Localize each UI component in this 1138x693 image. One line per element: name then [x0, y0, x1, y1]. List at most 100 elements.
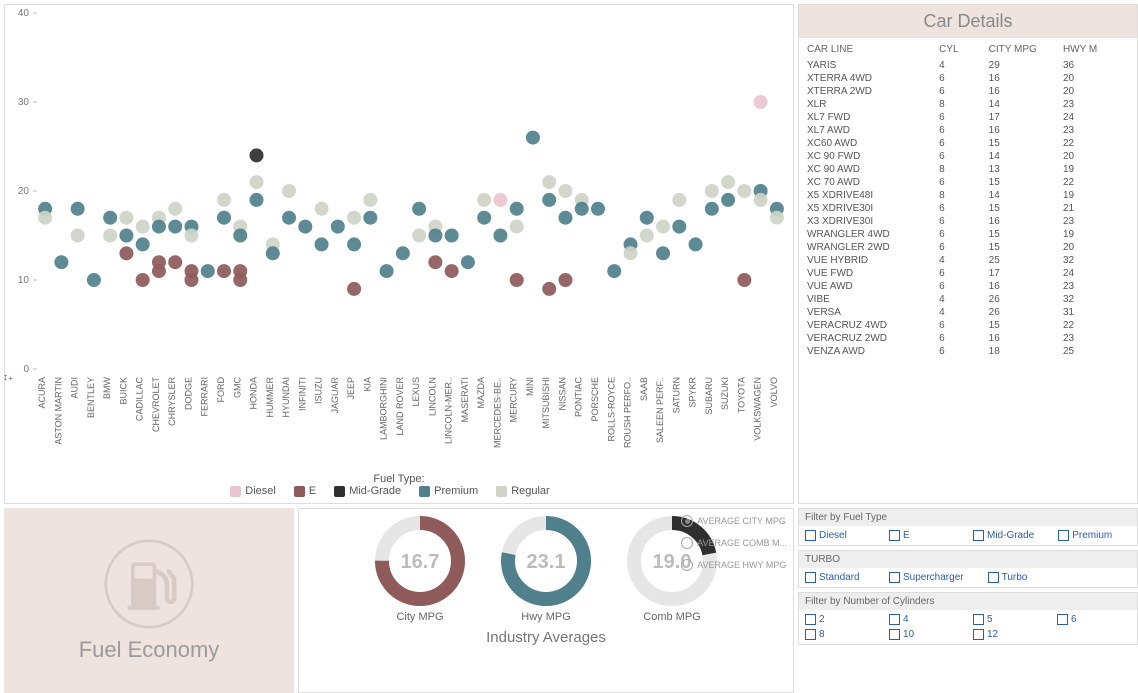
table-row[interactable]: X3 XDRIVE30I61623	[799, 215, 1137, 228]
col-city[interactable]: CITY MPG	[989, 44, 1063, 55]
svg-text:GMC: GMC	[232, 377, 242, 398]
svg-text:20: 20	[18, 186, 30, 197]
col-carline[interactable]: CAR LINE	[807, 44, 939, 55]
radio-average-city-mpg[interactable]: AVERAGE CITY MPG	[681, 515, 787, 527]
svg-text:VOLVO: VOLVO	[769, 377, 779, 407]
fuel-economy-card: Fuel Economy	[4, 508, 294, 693]
svg-text:DODGE: DODGE	[183, 377, 193, 410]
filters-panel: Filter by Fuel Type Diesel E Mid-Grade Prem…	[798, 508, 1138, 693]
chk-fuel-mid-grade[interactable]: Mid-Grade	[973, 530, 1034, 541]
svg-text:NISSAN: NISSAN	[557, 377, 567, 411]
svg-text:30: 30	[18, 97, 30, 108]
svg-text:HYUNDAI: HYUNDAI	[281, 377, 291, 418]
fuel-legend: Fuel Type: Diesel E Mid-Grade Premium Regular	[5, 473, 793, 497]
svg-text:BMW: BMW	[102, 377, 112, 400]
table-row[interactable]: VUE AWD61623	[799, 280, 1137, 293]
svg-text:FORD: FORD	[216, 377, 226, 403]
industry-averages-title: Industry Averages	[486, 629, 606, 646]
chk-cyl-12[interactable]: 12	[973, 629, 1033, 640]
chk-cyl-8[interactable]: 8	[805, 629, 865, 640]
table-row[interactable]: X5 XDRIVE30I61521	[799, 202, 1137, 215]
svg-text:KIA: KIA	[362, 377, 372, 392]
legend-title: Fuel Type:	[373, 473, 424, 485]
legend-item-premium[interactable]: Premium	[419, 485, 478, 497]
reset-axes-icon[interactable]: ↕₊	[3, 372, 13, 383]
svg-text:SAAB: SAAB	[639, 377, 649, 401]
filter-turbo: TURBO StandardSuperchargerTurbo	[798, 550, 1138, 588]
car-details-title: Car Details	[799, 5, 1137, 38]
fuel-economy-title: Fuel Economy	[79, 637, 220, 663]
table-row[interactable]: XC 70 AWD61522	[799, 176, 1137, 189]
table-row[interactable]: XC60 AWD61522	[799, 137, 1137, 150]
table-row[interactable]: VERSA42631	[799, 306, 1137, 319]
col-hwy[interactable]: HWY M	[1063, 44, 1129, 55]
svg-text:ISUZU: ISUZU	[314, 377, 324, 404]
chk-turbo-turbo[interactable]: Turbo	[988, 572, 1048, 583]
table-row[interactable]: X5 XDRIVE48I81419	[799, 189, 1137, 202]
svg-text:HONDA: HONDA	[249, 377, 259, 410]
svg-text:HUMMER: HUMMER	[265, 377, 275, 418]
legend-item-mid[interactable]: Mid-Grade	[334, 485, 401, 497]
radio-average-comb-m-[interactable]: AVERAGE COMB M...	[681, 537, 787, 549]
table-header: CAR LINE CYL CITY MPG HWY M	[799, 38, 1137, 59]
svg-text:ROUSH PERFO..: ROUSH PERFO..	[623, 377, 633, 448]
chk-turbo-supercharger[interactable]: Supercharger	[889, 572, 964, 583]
svg-text:LINCOLN: LINCOLN	[427, 377, 437, 416]
radio-average-hwy-mpg[interactable]: AVERAGE HWY MPG	[681, 559, 787, 571]
table-row[interactable]: VIBE42632	[799, 293, 1137, 306]
svg-text:PORSCHE: PORSCHE	[590, 377, 600, 422]
legend-item-e[interactable]: E	[294, 485, 316, 497]
table-row[interactable]: XC 90 AWD81319	[799, 163, 1137, 176]
svg-text:MASERATI: MASERATI	[460, 377, 470, 422]
bottom-left: Fuel Economy 16.7City MPG23.1Hwy MPG19.0…	[4, 508, 794, 693]
chk-cyl-10[interactable]: 10	[889, 629, 949, 640]
svg-text:BENTLEY: BENTLEY	[86, 377, 96, 418]
svg-text:SALEEN PERF..: SALEEN PERF..	[655, 377, 665, 443]
chk-cyl-4[interactable]: 4	[889, 614, 949, 625]
table-row[interactable]: XL7 FWD61724	[799, 111, 1137, 124]
svg-text:23.1: 23.1	[527, 551, 566, 573]
svg-text:PONTIAC: PONTIAC	[574, 377, 584, 418]
gauge-metric-radios: AVERAGE CITY MPG AVERAGE COMB M... AVERAGE…	[681, 515, 787, 571]
legend-item-regular[interactable]: Regular	[496, 485, 550, 497]
svg-text:16.7: 16.7	[401, 551, 440, 573]
svg-text:LINCOLN-MER..: LINCOLN-MER..	[444, 377, 454, 444]
svg-text:JAGUAR: JAGUAR	[330, 377, 340, 414]
table-row[interactable]: VENZA AWD61825	[799, 345, 1137, 358]
table-row[interactable]: XL7 AWD61623	[799, 124, 1137, 137]
svg-text:10: 10	[18, 275, 30, 286]
table-row[interactable]: VUE HYBRID42532	[799, 254, 1137, 267]
chk-turbo-standard[interactable]: Standard	[805, 572, 865, 583]
chk-cyl-6[interactable]: 6	[1057, 614, 1117, 625]
table-row[interactable]: VERACRUZ 2WD61623	[799, 332, 1137, 345]
svg-text:MAZDA: MAZDA	[476, 377, 486, 409]
table-row[interactable]: WRANGLER 4WD61519	[799, 228, 1137, 241]
table-row[interactable]: XTERRA 2WD61620	[799, 85, 1137, 98]
scatter-chart[interactable]: 010203040ACURAASTON MARTINAUDIBENTLEYBMW…	[5, 5, 793, 465]
table-row[interactable]: YARIS42936	[799, 59, 1137, 72]
gauge-hwy-mpg: 23.1Hwy MPG	[498, 513, 594, 623]
svg-text:MERCURY: MERCURY	[509, 377, 519, 422]
table-row[interactable]: VUE FWD61724	[799, 267, 1137, 280]
chk-fuel-diesel[interactable]: Diesel	[805, 530, 865, 541]
chk-cyl-5[interactable]: 5	[973, 614, 1033, 625]
table-row[interactable]: XTERRA 4WD61620	[799, 72, 1137, 85]
svg-text:INFINITI: INFINITI	[297, 377, 307, 411]
svg-text:0: 0	[23, 364, 29, 375]
table-row[interactable]: XC 90 FWD61420	[799, 150, 1137, 163]
table-row[interactable]: XLR81423	[799, 98, 1137, 111]
chk-cyl-2[interactable]: 2	[805, 614, 865, 625]
table-row[interactable]: VERACRUZ 4WD61522	[799, 319, 1137, 332]
filter-fuel-title: Filter by Fuel Type	[799, 509, 1137, 526]
svg-text:MITSUBISHI: MITSUBISHI	[541, 377, 551, 429]
legend-item-diesel[interactable]: Diesel	[230, 485, 276, 497]
svg-text:MERCEDES-BE..: MERCEDES-BE..	[492, 377, 502, 448]
chk-fuel-e[interactable]: E	[889, 530, 949, 541]
chk-fuel-premium[interactable]: Premium	[1058, 530, 1118, 541]
svg-text:ASTON MARTIN: ASTON MARTIN	[53, 377, 63, 445]
col-cyl[interactable]: CYL	[939, 44, 989, 55]
svg-text:CADILLAC: CADILLAC	[135, 376, 145, 421]
svg-text:VOLKSWAGEN: VOLKSWAGEN	[753, 377, 763, 441]
scatter-panel: 010203040ACURAASTON MARTINAUDIBENTLEYBMW…	[4, 4, 794, 504]
table-row[interactable]: WRANGLER 2WD61520	[799, 241, 1137, 254]
